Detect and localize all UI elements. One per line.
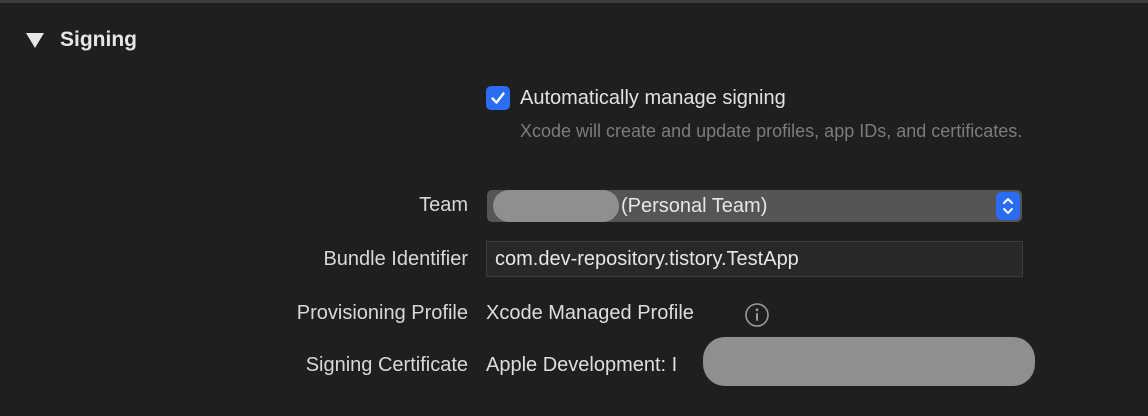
auto-signing-label: Automatically manage signing <box>520 86 786 109</box>
bundle-identifier-field[interactable] <box>486 241 1023 277</box>
checkmark-icon <box>491 92 505 104</box>
auto-signing-checkbox[interactable] <box>486 86 510 110</box>
team-popup-button[interactable]: (Personal Team) <box>487 190 1022 222</box>
top-divider <box>0 0 1148 3</box>
team-label: Team <box>419 194 468 216</box>
auto-signing-description: Xcode will create and update profiles, a… <box>520 121 1023 141</box>
signing-certificate-label: Signing Certificate <box>305 354 468 376</box>
team-value: (Personal Team) <box>621 194 768 217</box>
auto-signing-row[interactable]: Automatically manage signing <box>486 86 786 110</box>
redacted-certificate-name <box>703 337 1035 386</box>
chevron-up-down-icon[interactable] <box>996 192 1020 220</box>
section-title: Signing <box>60 28 137 51</box>
disclosure-triangle-icon[interactable] <box>26 32 44 48</box>
provisioning-profile-value: Xcode Managed Profile <box>486 302 694 324</box>
redacted-team-name <box>493 190 619 222</box>
info-icon[interactable] <box>744 302 770 328</box>
bundle-identifier-label: Bundle Identifier <box>323 248 468 270</box>
provisioning-profile-label: Provisioning Profile <box>296 302 468 324</box>
signing-section-header[interactable]: Signing <box>26 28 137 52</box>
signing-certificate-value: Apple Development: I <box>486 354 678 376</box>
